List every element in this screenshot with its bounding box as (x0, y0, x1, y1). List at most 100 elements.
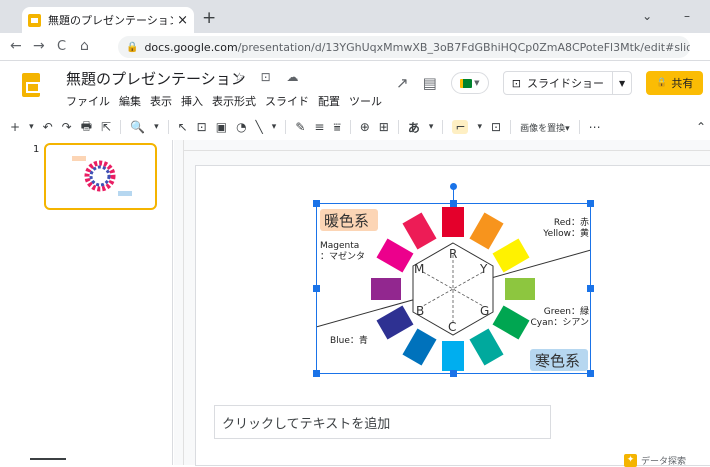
line-dash-icon[interactable]: ⩸ (333, 120, 340, 135)
letter-c: C (448, 320, 456, 334)
title-icons[interactable]: ☆ ⊡ ☁ (234, 70, 304, 84)
url-host: docs.google.com (144, 40, 238, 54)
divider (578, 120, 580, 134)
resize-handle-se[interactable] (587, 370, 594, 377)
letter-r: R (449, 247, 457, 261)
collapse-toolbar-icon[interactable]: ⌃ (696, 120, 706, 134)
divider (285, 120, 287, 134)
body-textbox[interactable]: クリックしてテキストを追加 (214, 405, 551, 439)
undo-icon[interactable]: ↶ (43, 120, 53, 134)
slideshow-main[interactable]: ⊡ スライドショー (504, 75, 612, 91)
meet-button[interactable]: ▼ (450, 72, 489, 94)
image-options-icon[interactable]: ⊡ (491, 120, 501, 134)
resize-handle-s[interactable] (450, 370, 457, 377)
resize-handle-nw[interactable] (313, 200, 320, 207)
menu-file[interactable]: ファイル (66, 93, 110, 109)
activity-icon[interactable]: ↗ (396, 74, 409, 92)
comments-icon[interactable]: ▤ (423, 74, 437, 92)
resize-handle-sw[interactable] (313, 370, 320, 377)
window-controls[interactable]: ⌄ – (642, 9, 704, 23)
slides-logo-icon[interactable] (22, 73, 40, 97)
resize-handle-ne[interactable] (587, 200, 594, 207)
comment-add-icon[interactable]: ⊞ (379, 120, 389, 134)
divider (167, 120, 169, 134)
browser-tab-strip: 無題のプレゼンテーション - G × + ⌄ – (0, 0, 710, 33)
replace-image-button[interactable]: 画像を置換▾ (520, 121, 570, 134)
link-icon[interactable]: ⊕ (360, 120, 370, 134)
line-weight-icon[interactable]: ≡ (314, 120, 324, 134)
divider (442, 120, 444, 134)
browser-tab-title: 無題のプレゼンテーション - G (48, 14, 174, 27)
letter-y: Y (479, 262, 488, 276)
print-icon[interactable]: 🖶 (81, 117, 92, 138)
menu-slide[interactable]: スライド (265, 93, 309, 109)
vertical-ruler (174, 140, 184, 465)
chevron-down-icon[interactable]: ▾ (154, 122, 159, 132)
reload-icon[interactable]: C (57, 39, 66, 54)
forward-icon[interactable]: → (33, 38, 45, 54)
warm-label: 暖色系 (324, 212, 369, 230)
chevron-down-icon[interactable]: ▾ (29, 122, 34, 132)
textbox-icon[interactable]: ⊡ (197, 120, 207, 134)
slide-thumbnail[interactable] (44, 143, 157, 210)
menu-edit[interactable]: 編集 (119, 93, 141, 109)
more-icon[interactable]: ⋯ (589, 120, 601, 134)
url-path: /presentation/d/13YGhUqxMmwXB_3oB7FdGBhi… (237, 40, 690, 54)
lock-icon: 🔒 (126, 41, 139, 53)
menu-format[interactable]: 表示形式 (212, 93, 256, 109)
cyan-label: Cyan：シアン (531, 318, 589, 328)
pen-icon[interactable]: ✎ (295, 120, 305, 134)
tab-close-icon[interactable]: × (177, 13, 188, 28)
paint-format-icon[interactable]: ⇱ (101, 120, 111, 134)
thumbnail-wheel (72, 156, 132, 196)
input-tools-icon[interactable]: あ (408, 119, 420, 136)
replace-image-label: 画像を置換 (520, 123, 566, 134)
menu-view[interactable]: 表示 (150, 93, 172, 109)
menu-insert[interactable]: 挿入 (181, 93, 203, 109)
slideshow-dropdown-icon[interactable]: ▼ (611, 72, 631, 94)
new-tab-button[interactable]: + (202, 8, 216, 28)
shape-icon[interactable]: ◔ (236, 120, 246, 134)
new-slide-icon[interactable]: + (10, 120, 20, 134)
chevron-down-icon[interactable]: ▾ (272, 122, 277, 132)
select-icon[interactable]: ↖ (178, 120, 188, 134)
chevron-down-icon[interactable]: ▾ (429, 122, 434, 132)
chevron-down-icon[interactable]: ▾ (477, 122, 482, 132)
rotate-handle[interactable] (450, 183, 457, 190)
chevron-down-icon: ▾ (565, 123, 570, 134)
app-header: 無題のプレゼンテーション ☆ ⊡ ☁ ファイル 編集 表示 挿入 表示形式 スラ… (0, 61, 710, 113)
blue-label: Blue：青 (330, 334, 368, 346)
filmstrip-panel: 1 (0, 140, 173, 465)
crop-icon[interactable]: ⌐ (452, 120, 469, 134)
slides-favicon-icon (28, 13, 41, 27)
zoom-icon[interactable]: 🔍 (130, 120, 145, 134)
chevron-down-icon: ▼ (474, 79, 480, 87)
letter-b: B (416, 304, 424, 318)
color-wheel-image[interactable]: 暖色系 寒色系 Magenta ：マゼンタ Red：赤 Yellow：黄 Gre… (316, 203, 591, 374)
meet-camera-icon (460, 78, 473, 88)
redo-icon[interactable]: ↷ (62, 120, 72, 134)
magenta-ja-label: ：マゼンタ (320, 250, 365, 262)
home-icon[interactable]: ⌂ (80, 38, 89, 54)
letter-m: M (414, 262, 424, 276)
browser-toolbar: ← → C ⌂ 🔒 docs.google.com /presentation/… (0, 33, 710, 61)
menu-tools[interactable]: ツール (349, 93, 382, 109)
back-icon[interactable]: ← (10, 38, 22, 54)
resize-handle-w[interactable] (313, 285, 320, 292)
browser-tab[interactable]: 無題のプレゼンテーション - G × (22, 7, 194, 33)
resize-handle-n[interactable] (450, 200, 457, 207)
divider (397, 120, 399, 134)
line-icon[interactable]: ╲ (256, 120, 263, 134)
slide-number: 1 (33, 144, 40, 155)
divider (349, 120, 351, 134)
address-bar[interactable]: 🔒 docs.google.com /presentation/d/13YGhU… (118, 36, 690, 58)
slideshow-button[interactable]: ⊡ スライドショー ▼ (502, 71, 633, 95)
share-button[interactable]: 🔒 共有 (646, 71, 704, 95)
explore-button[interactable]: ✦ データ探索 (624, 454, 710, 467)
image-icon[interactable]: ▣ (216, 120, 227, 134)
resize-handle-e[interactable] (587, 285, 594, 292)
document-title[interactable]: 無題のプレゼンテーション (66, 68, 246, 89)
share-label: 共有 (671, 77, 694, 90)
menu-arrange[interactable]: 配置 (318, 93, 340, 109)
editing-toolbar: + ▾ ↶ ↷ 🖶 ⇱ 🔍 ▾ ↖ ⊡ ▣ ◔ ╲ ▾ ✎ ≡ ⩸ ⊕ ⊞ あ … (10, 116, 710, 138)
